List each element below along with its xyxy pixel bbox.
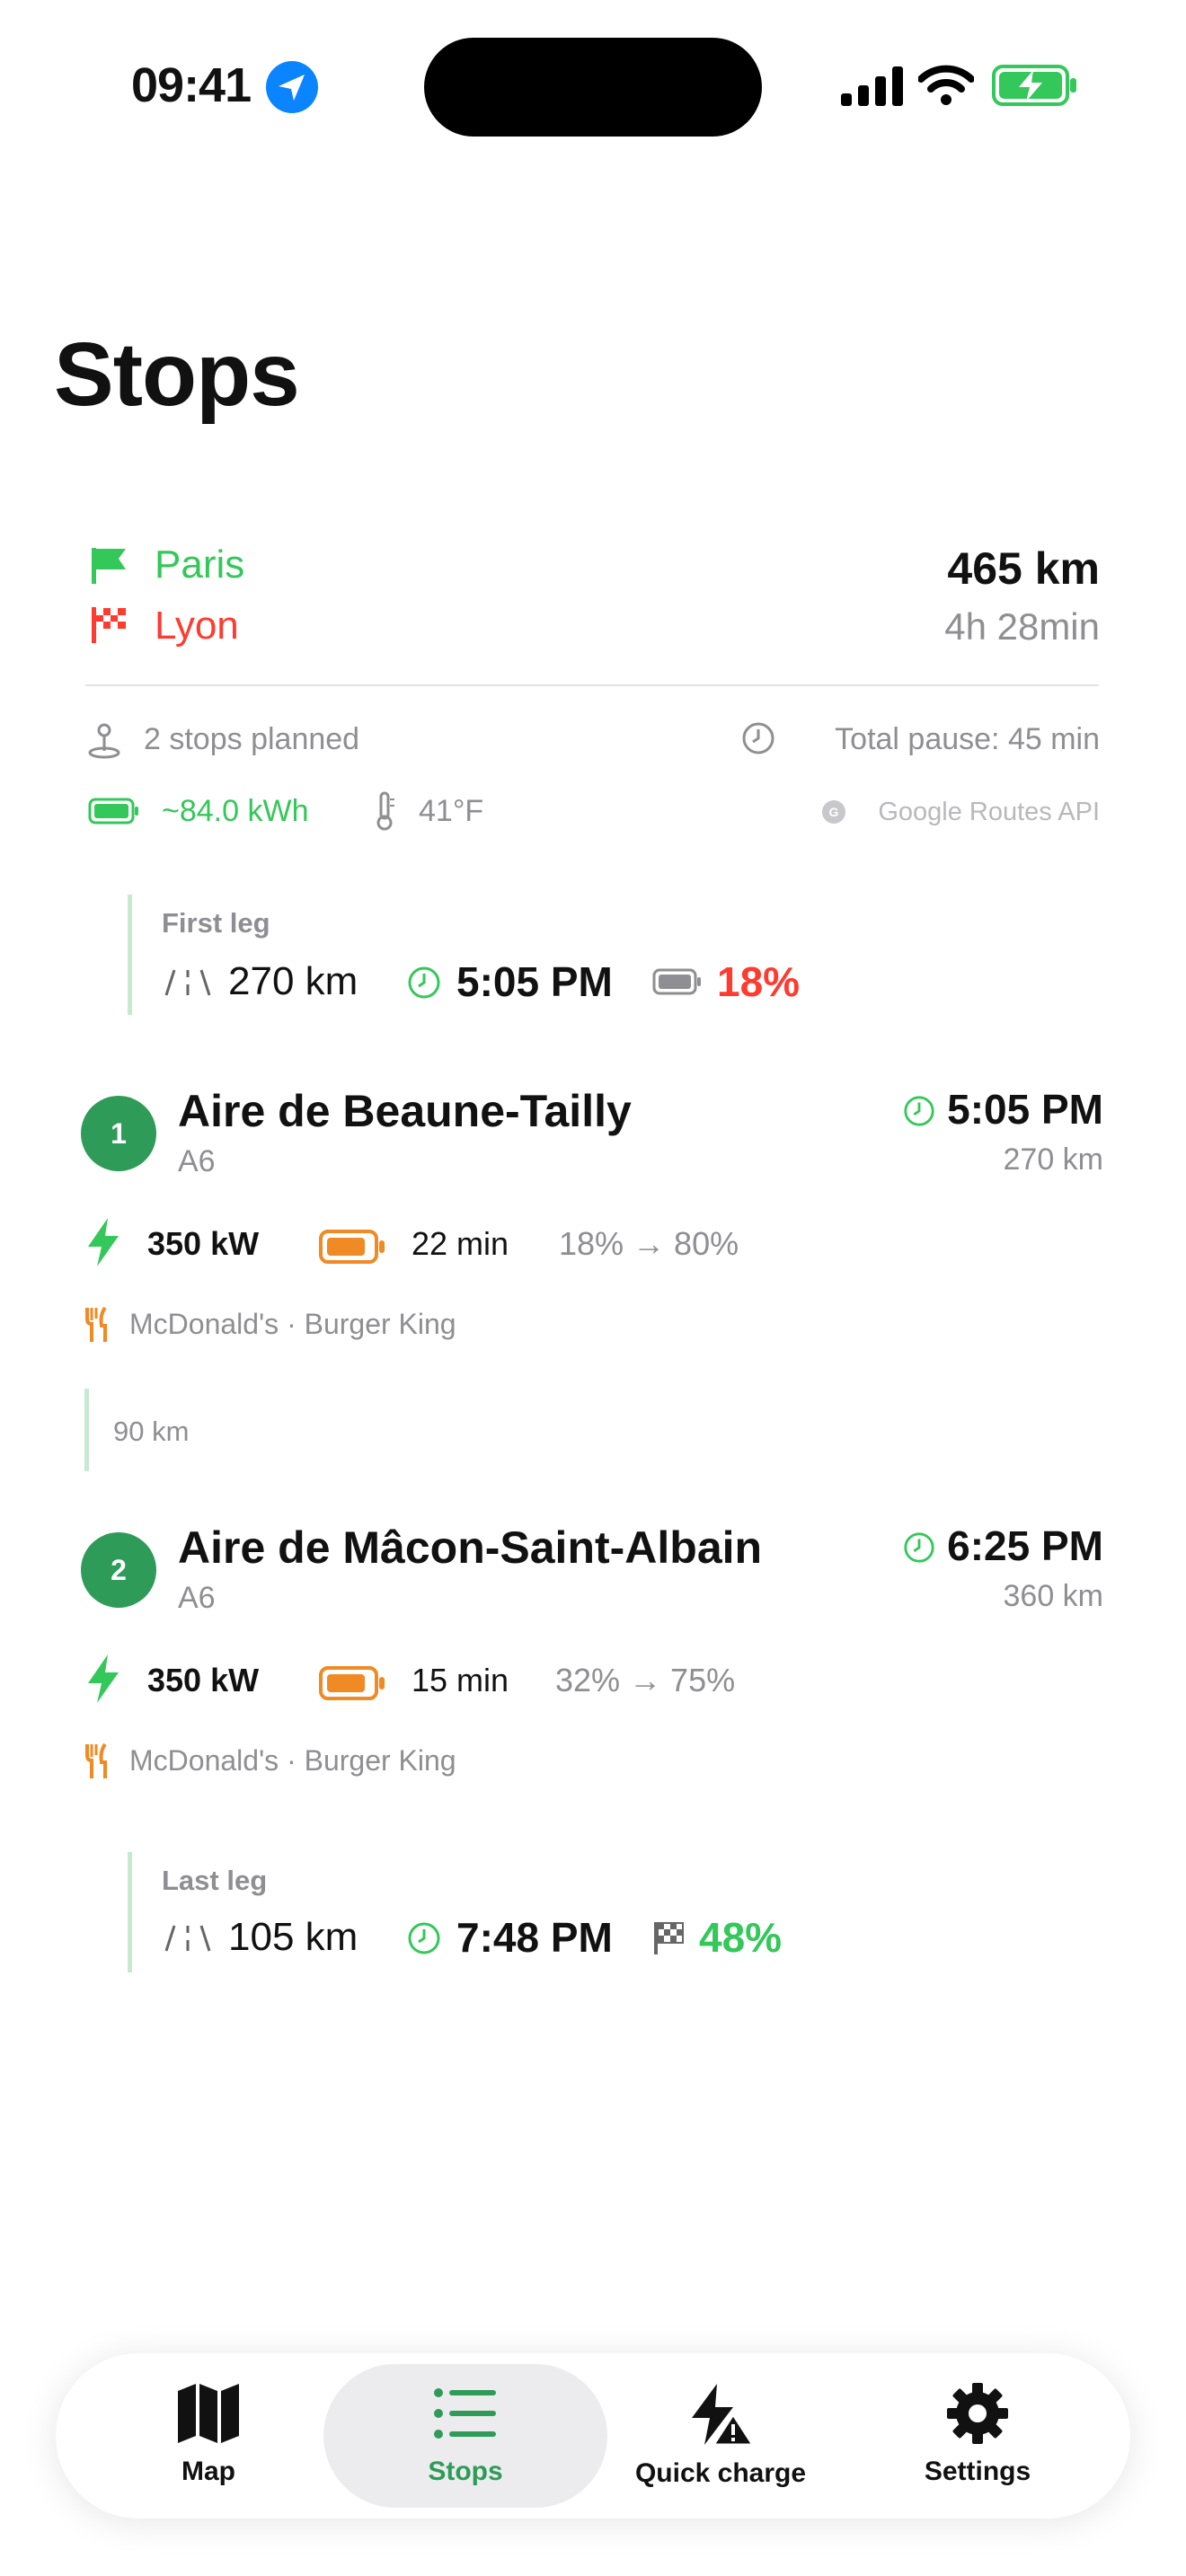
route-temperature: 41°F [419, 794, 484, 828]
thermometer-icon [376, 791, 394, 831]
stop-soc: 32% → 75% [555, 1662, 736, 1698]
stop-distance: 270 km [1003, 1142, 1104, 1177]
svg-text:G: G [829, 805, 839, 819]
stop-food: McDonald's · Burger King [129, 1744, 456, 1777]
stop-number-badge: 2 [81, 1532, 156, 1608]
last-leg-time: 7:48 PM [456, 1914, 613, 1961]
dynamic-island [424, 38, 762, 137]
stop-food: McDonald's · Burger King [129, 1308, 456, 1340]
tab-label: Map [181, 2457, 235, 2486]
battery-charging-icon [992, 65, 1076, 106]
stop-power: 350 kW [147, 1225, 260, 1262]
stop-card-1[interactable]: 1 Aire de Beaune-Tailly A6 5:05 PM 270 k… [0, 1069, 1186, 1365]
start-flag-icon [92, 548, 126, 584]
first-leg-time: 5:05 PM [456, 958, 613, 1005]
route-destination: Lyon [155, 604, 239, 648]
route-energy: ~84.0 kWh [162, 794, 309, 828]
stop-name: Aire de Beaune-Tailly [178, 1086, 632, 1136]
route-duration: 4h 28min [944, 605, 1100, 648]
stop-road: A6 [178, 1144, 216, 1178]
fork-knife-icon [85, 1306, 107, 1342]
stop-charge-duration: 22 min [412, 1225, 509, 1262]
fork-knife-icon [85, 1742, 107, 1778]
route-divider [85, 684, 1099, 686]
tab-label: Quick charge [634, 2458, 807, 2488]
tab-label: Settings [924, 2457, 1031, 2486]
stop-charge-duration: 15 min [412, 1662, 509, 1698]
status-time: 09:41 [131, 58, 252, 112]
stop-road: A6 [178, 1581, 216, 1615]
tab-quick-charge[interactable]: Quick charge [595, 2382, 846, 2489]
last-leg-label: Last leg [162, 1865, 268, 1896]
wifi-icon [918, 65, 974, 105]
gear-icon [947, 2383, 1008, 2444]
page-title: Stops [54, 324, 300, 425]
tab-label: Stops [428, 2457, 503, 2486]
road-icon [164, 969, 211, 996]
first-leg-battery: 18% [717, 958, 801, 1005]
finish-flag-icon [92, 607, 126, 643]
total-pause: Total pause: 45 min [835, 722, 1100, 756]
battery-icon [88, 798, 138, 825]
battery-orange-icon [319, 1230, 385, 1264]
bolt-warning-icon [692, 2384, 756, 2447]
stop-power: 350 kW [147, 1662, 260, 1698]
last-leg-battery: 48% [699, 1914, 783, 1961]
clock-icon [742, 722, 774, 754]
map-icon [178, 2384, 239, 2443]
clock-icon [904, 1096, 934, 1126]
stops-pin-icon [88, 723, 120, 759]
stop-card-2[interactable]: 2 Aire de Mâcon-Saint-Albain A6 6:25 PM … [0, 1505, 1186, 1802]
checkered-flag-icon [654, 1922, 684, 1954]
list-icon [434, 2388, 496, 2439]
stop-name: Aire de Mâcon-Saint-Albain [178, 1522, 763, 1573]
clock-icon [904, 1532, 934, 1563]
bolt-icon [88, 1654, 119, 1703]
battery-low-icon [652, 968, 701, 995]
tab-stops[interactable]: Stops [340, 2382, 591, 2487]
location-arrow-icon [266, 61, 318, 113]
stop-arrival-time: 5:05 PM [947, 1086, 1103, 1133]
stops-planned: 2 stops planned [144, 722, 360, 756]
tab-map[interactable]: Map [83, 2382, 334, 2487]
stop-number-badge: 1 [81, 1096, 156, 1171]
between-leg-distance: 90 km [113, 1416, 190, 1447]
stop-distance: 360 km [1003, 1579, 1104, 1613]
stop-soc: 18% → 80% [559, 1225, 739, 1262]
route-distance: 465 km [947, 543, 1100, 594]
tab-settings[interactable]: Settings [852, 2382, 1103, 2487]
bolt-icon [88, 1218, 119, 1266]
road-icon [164, 1925, 211, 1952]
route-source: Google Routes API [878, 798, 1100, 826]
clock-icon [408, 1922, 440, 1954]
last-leg-distance: 105 km [228, 1915, 358, 1959]
signal-icon [841, 66, 903, 106]
first-leg-label: First leg [162, 907, 270, 939]
stop-arrival-time: 6:25 PM [947, 1522, 1103, 1569]
google-icon: G [822, 800, 845, 824]
battery-orange-icon [319, 1666, 385, 1700]
route-origin: Paris [155, 543, 245, 587]
first-leg-distance: 270 km [228, 959, 358, 1003]
clock-icon [408, 966, 440, 999]
